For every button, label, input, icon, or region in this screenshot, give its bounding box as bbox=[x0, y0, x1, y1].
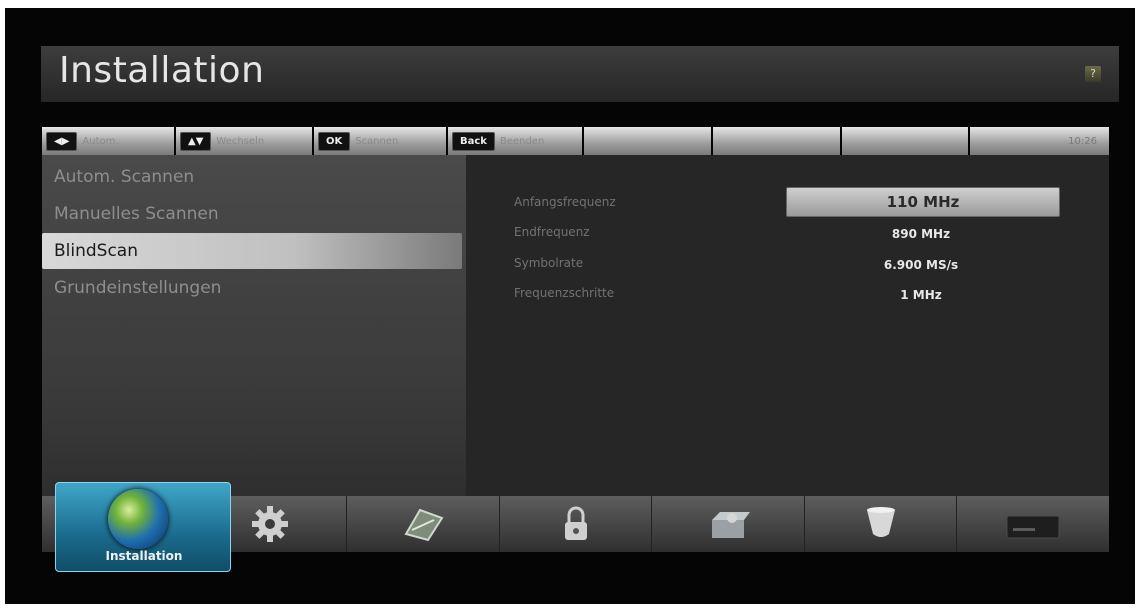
param-label-frequenzschritte: Frequenzschritte bbox=[514, 286, 615, 300]
param-value-frequenzschritte[interactable]: 1 MHz bbox=[786, 288, 1056, 302]
key-up-down: ▲▼ bbox=[180, 131, 212, 151]
globe-icon bbox=[108, 489, 168, 549]
params-panel: Anfangsfrequenz 110 MHz Endfrequenz 890 … bbox=[466, 155, 1109, 500]
hint-label: Beenden bbox=[499, 135, 545, 147]
settings-box-icon bbox=[712, 512, 751, 538]
hint-empty bbox=[841, 127, 969, 155]
menu-item-autom-scannen[interactable]: Autom. Scannen bbox=[42, 159, 462, 195]
tools-icon bbox=[404, 508, 444, 542]
page-title: Installation bbox=[59, 50, 265, 91]
gear-icon bbox=[252, 506, 289, 542]
param-label-endfrequenz: Endfrequenz bbox=[514, 225, 590, 239]
cup-icon bbox=[866, 507, 895, 537]
hint-back: Back Beenden bbox=[448, 127, 582, 155]
nav-slot-receiver[interactable] bbox=[957, 496, 1109, 552]
hint-label: Scannen bbox=[355, 135, 399, 147]
receiver-icon bbox=[1006, 515, 1060, 539]
hint-empty bbox=[712, 127, 840, 155]
tv-screen: Installation ? ◀▶ Autom. ▲▼ Wechseln OK … bbox=[5, 8, 1135, 604]
key-hint-bar: ◀▶ Autom. ▲▼ Wechseln OK Scannen Back Be… bbox=[42, 127, 1109, 155]
hint-label: Autom. bbox=[82, 135, 119, 147]
hint-arrows-lr: ◀▶ Autom. bbox=[42, 127, 174, 155]
param-value-anfangsfrequenz[interactable]: 110 MHz bbox=[786, 187, 1060, 217]
title-bar: Installation ? bbox=[41, 46, 1119, 102]
menu-panel: Autom. Scannen Manuelles Scannen BlindSc… bbox=[42, 155, 466, 500]
param-value-endfrequenz[interactable]: 890 MHz bbox=[786, 227, 1056, 241]
clock: 10:26 bbox=[970, 127, 1109, 155]
nav-slot-system[interactable] bbox=[652, 496, 805, 552]
menu-item-manuelles-scannen[interactable]: Manuelles Scannen bbox=[42, 196, 462, 232]
key-back: Back bbox=[452, 131, 495, 151]
param-label-anfangsfrequenz: Anfangsfrequenz bbox=[514, 195, 616, 209]
param-label-symbolrate: Symbolrate bbox=[514, 256, 584, 270]
nav-item-installation-active[interactable]: Installation bbox=[55, 482, 231, 572]
nav-slot-media[interactable] bbox=[805, 496, 958, 552]
menu-item-grundeinstellungen[interactable]: Grundeinstellungen bbox=[42, 270, 462, 306]
lock-icon bbox=[564, 506, 587, 540]
nav-slot-lock[interactable] bbox=[500, 496, 653, 552]
menu-item-blindscan[interactable]: BlindScan bbox=[42, 233, 462, 269]
key-ok: OK bbox=[318, 131, 351, 151]
nav-slot-tools[interactable] bbox=[347, 496, 500, 552]
hint-ok: OK Scannen bbox=[314, 127, 446, 155]
help-icon[interactable]: ? bbox=[1085, 66, 1101, 82]
nav-active-label: Installation bbox=[105, 549, 183, 563]
key-left-right: ◀▶ bbox=[46, 131, 78, 151]
hint-arrows-ud: ▲▼ Wechseln bbox=[176, 127, 312, 155]
hint-label: Wechseln bbox=[216, 135, 265, 147]
param-value-symbolrate[interactable]: 6.900 MS/s bbox=[786, 258, 1056, 272]
hint-empty bbox=[584, 127, 711, 155]
